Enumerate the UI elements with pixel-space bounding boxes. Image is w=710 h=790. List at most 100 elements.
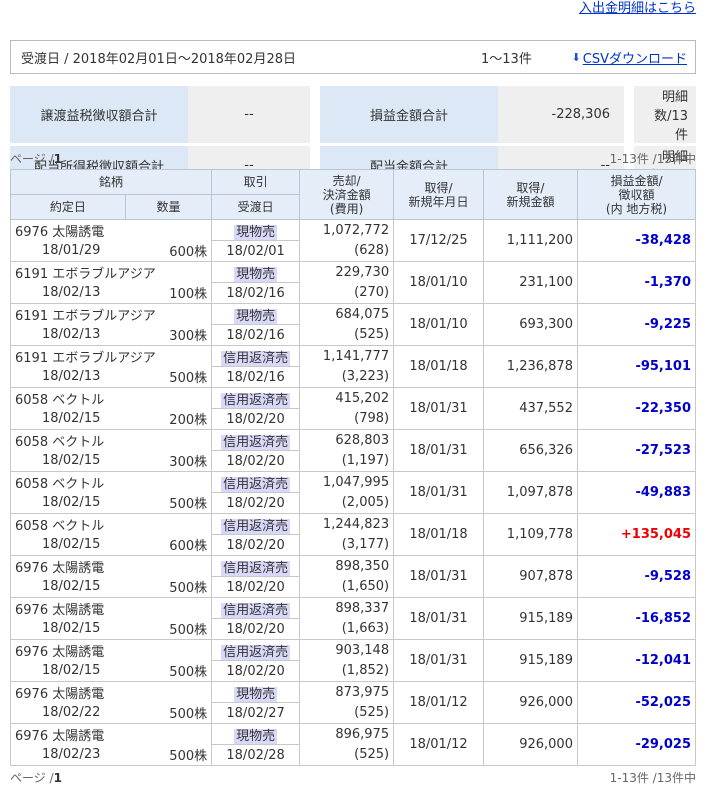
sell-amount: 896,975 (525) <box>299 723 395 766</box>
delivery-date: 18/02/20 <box>211 618 301 640</box>
issue-name: 6058 ベクトル <box>9 513 213 535</box>
profit-loss: -27,523 <box>576 429 697 472</box>
issue-name: 6058 ベクトル <box>9 429 213 451</box>
table-row: 6976 太陽誘電 現物売 873,975 (525) 18/01/12 926,000-… <box>9 681 697 724</box>
summary-count: 明細数/13件 <box>634 86 696 143</box>
quantity: 500株 <box>125 660 213 682</box>
quantity: 500株 <box>125 366 213 388</box>
contract-date: 18/02/15 <box>10 660 126 682</box>
delivery-date: 18/02/16 <box>211 366 301 388</box>
sell-amount: 1,047,995 (2,005) <box>299 471 395 514</box>
acquisition-date: 18/01/31 <box>393 597 484 640</box>
acquisition-amount: 437,552 <box>482 387 578 430</box>
trade-type: 現物売 <box>211 261 301 283</box>
sell-amount: 1,141,777 (3,223) <box>299 345 395 388</box>
table-row: 6058 ベクトル 信用返済売 1,047,995 (2,005) 18/01/31 1,… <box>9 471 697 514</box>
contract-date: 18/02/15 <box>10 450 126 472</box>
col-issue: 銘柄 <box>9 169 213 195</box>
acquisition-amount: 1,111,200 <box>482 219 578 262</box>
sell-amount: 684,075 (525) <box>299 303 395 346</box>
issue-name: 6976 太陽誘電 <box>9 597 213 619</box>
quantity: 500株 <box>125 618 213 640</box>
sell-amount: 873,975 (525) <box>299 681 395 724</box>
trade-type: 信用返済売 <box>211 471 301 493</box>
trade-type: 信用返済売 <box>211 345 301 367</box>
acquisition-amount: 1,097,878 <box>482 471 578 514</box>
issue-name: 6058 ベクトル <box>9 471 213 493</box>
profit-loss: -9,225 <box>576 303 697 346</box>
quantity: 300株 <box>125 450 213 472</box>
acquisition-amount: 926,000 <box>482 723 578 766</box>
issue-name: 6191 エボラブルアジア <box>9 345 213 367</box>
delivery-date: 18/02/20 <box>211 450 301 472</box>
contract-date: 18/02/15 <box>10 408 126 430</box>
contract-date: 18/01/29 <box>10 240 126 262</box>
issue-name: 6058 ベクトル <box>9 387 213 409</box>
quantity: 500株 <box>125 492 213 514</box>
page-indicator: ページ /1 <box>10 771 62 785</box>
delivery-date: 18/02/01 <box>211 240 301 262</box>
sell-amount: 1,072,772 (628) <box>299 219 395 262</box>
deposit-withdrawal-link[interactable]: 入出金明細はこちら <box>579 0 696 16</box>
quantity: 200株 <box>125 408 213 430</box>
col-acq-amount: 取得/新規金額 <box>482 169 578 220</box>
delivery-date: 18/02/20 <box>211 576 301 598</box>
header-row: 銘柄 取引 売却/決済金額 (費用) 取得/新規年月日 取得/新規金額 損益金額/… <box>9 169 697 220</box>
delivery-date: 18/02/20 <box>211 408 301 430</box>
summary-label: 譲渡益税徴収額合計 <box>10 86 188 143</box>
delivery-date: 18/02/28 <box>211 744 301 766</box>
profit-loss: -95,101 <box>576 345 697 388</box>
table-row: 6976 太陽誘電 現物売 1,072,772 (628) 17/12/25 1,111,… <box>9 219 697 262</box>
trade-type: 信用返済売 <box>211 597 301 619</box>
issue-name: 6976 太陽誘電 <box>9 555 213 577</box>
trade-type: 信用返済売 <box>211 429 301 451</box>
profit-loss: +135,045 <box>576 513 697 556</box>
issue-name: 6191 エボラブルアジア <box>9 303 213 325</box>
issue-name: 6191 エボラブルアジア <box>9 261 213 283</box>
delivery-date: 18/02/20 <box>211 660 301 682</box>
trade-type: 信用返済売 <box>211 387 301 409</box>
table-row: 6191 エボラブルアジア 信用返済売 1,141,777 (3,223) 18/01/… <box>9 345 697 388</box>
contract-date: 18/02/13 <box>10 366 126 388</box>
acquisition-date: 18/01/12 <box>393 723 484 766</box>
delivery-date: 18/02/27 <box>211 702 301 724</box>
col-acq-date: 取得/新規年月日 <box>393 169 484 220</box>
contract-date: 18/02/22 <box>10 702 126 724</box>
csv-download[interactable]: ⬇ CSVダウンロード <box>572 48 687 67</box>
sell-amount: 415,202 (798) <box>299 387 395 430</box>
contract-date: 18/02/13 <box>10 282 126 304</box>
trade-type: 現物売 <box>211 681 301 703</box>
acquisition-amount: 1,236,878 <box>482 345 578 388</box>
quantity: 600株 <box>125 240 213 262</box>
acquisition-date: 18/01/31 <box>393 387 484 430</box>
table-row: 6191 エボラブルアジア 現物売 229,730 (270) 18/01/10 231,… <box>9 261 697 304</box>
acquisition-date: 18/01/18 <box>393 345 484 388</box>
profit-loss: -38,428 <box>576 219 697 262</box>
sell-amount: 1,244,823 (3,177) <box>299 513 395 556</box>
acquisition-amount: 926,000 <box>482 681 578 724</box>
acquisition-date: 18/01/31 <box>393 471 484 514</box>
table-row: 6976 太陽誘電 信用返済売 898,337 (1,663) 18/01/31 915,… <box>9 597 697 640</box>
csv-download-link[interactable]: CSVダウンロード <box>583 48 687 67</box>
col-contract-date: 約定日 <box>10 194 126 220</box>
quantity: 300株 <box>125 324 213 346</box>
acquisition-amount: 1,109,778 <box>482 513 578 556</box>
table-row: 6976 太陽誘電 信用返済売 903,148 (1,852) 18/01/31 915,… <box>9 639 697 682</box>
contract-date: 18/02/15 <box>10 492 126 514</box>
acquisition-amount: 907,878 <box>482 555 578 598</box>
quantity: 100株 <box>125 282 213 304</box>
table-row: 6976 太陽誘電 現物売 896,975 (525) 18/01/12 926,000-… <box>9 723 697 766</box>
download-icon: ⬇ <box>571 50 581 64</box>
col-sell: 売却/決済金額 (費用) <box>299 169 395 220</box>
summary-value: -- <box>188 86 310 143</box>
sell-amount: 628,803 (1,197) <box>299 429 395 472</box>
page-indicator: ページ /1 <box>10 152 62 166</box>
summary-value: -228,306 <box>498 86 624 143</box>
trade-type: 信用返済売 <box>211 639 301 661</box>
period-bar: 受渡日 / 2018年02月01日〜2018年02月28日 1〜13件 ⬇ CS… <box>10 40 696 74</box>
result-count: 1-13件 /13件中 <box>609 771 696 785</box>
col-trade: 取引 <box>211 169 301 195</box>
trade-type: 信用返済売 <box>211 555 301 577</box>
issue-name: 6976 太陽誘電 <box>9 639 213 661</box>
acquisition-amount: 656,326 <box>482 429 578 472</box>
